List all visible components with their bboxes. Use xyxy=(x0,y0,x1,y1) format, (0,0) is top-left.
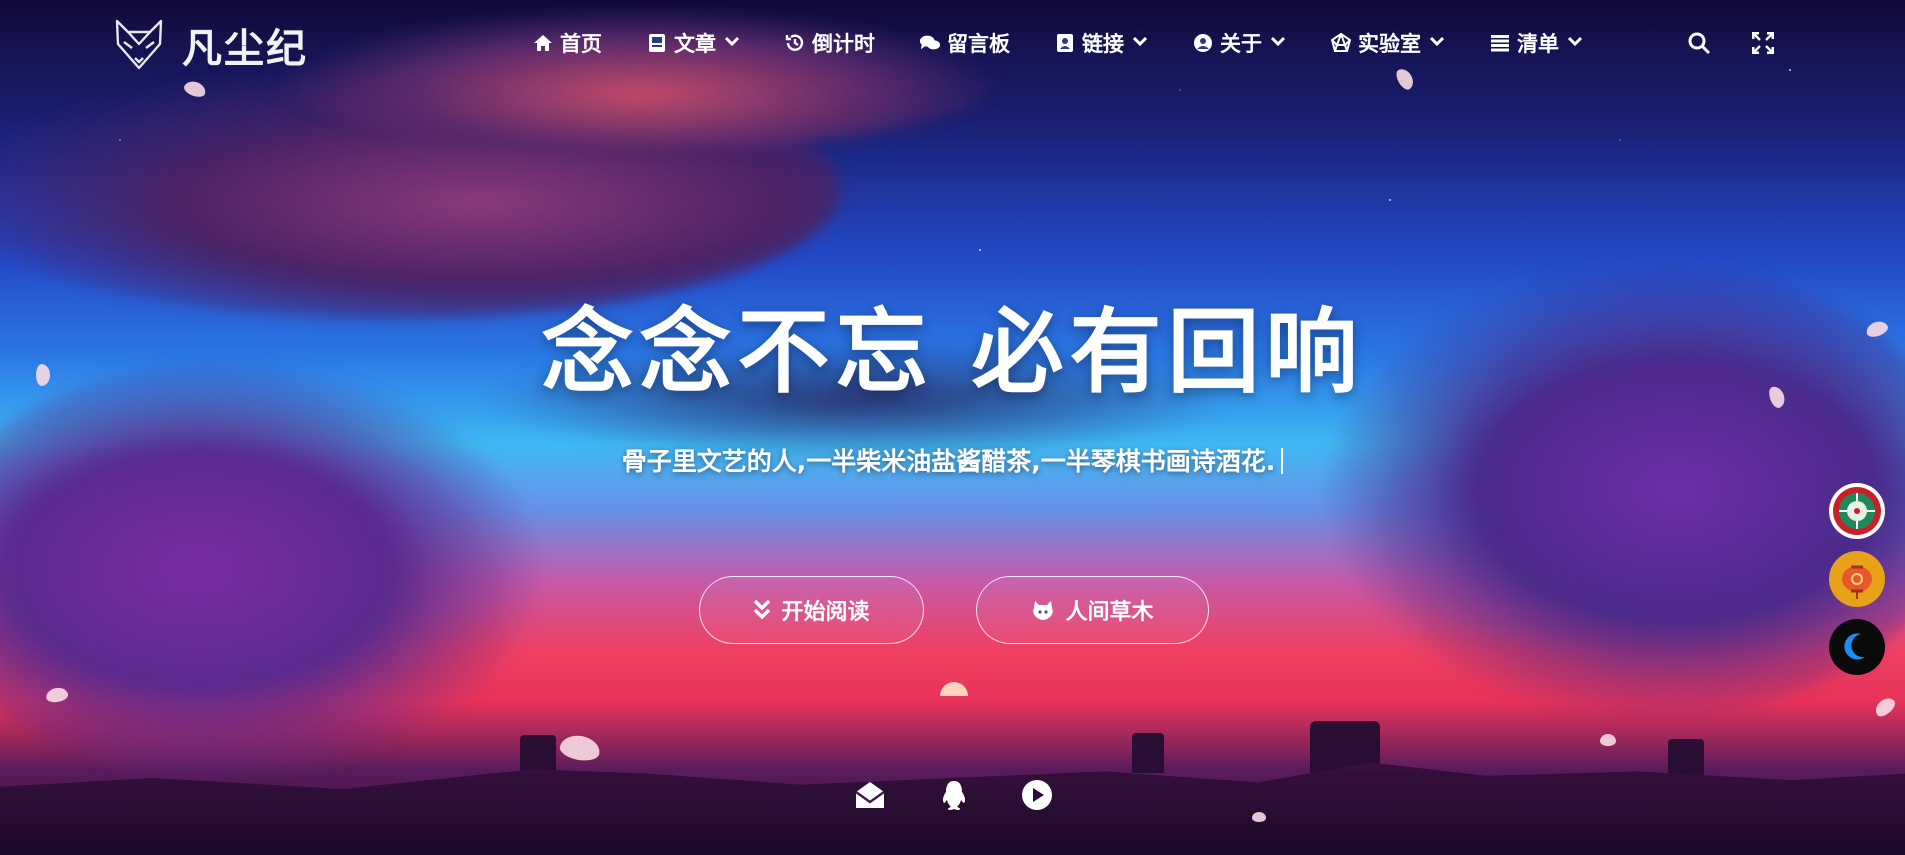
site-name: 凡尘纪 xyxy=(182,25,308,72)
hero-title: 念念不忘 必有回响 xyxy=(541,298,1364,406)
hero-subtitle: 骨子里文艺的人,一半柴米油盐酱醋茶,一半琴棋书画诗酒花. xyxy=(0,442,1905,478)
start-reading-label: 开始阅读 xyxy=(781,600,870,625)
sakura-petal xyxy=(1252,812,1266,822)
comments-icon xyxy=(919,32,941,54)
book-icon xyxy=(646,32,668,54)
social-qq[interactable] xyxy=(937,778,971,812)
nav-item-list[interactable]: 清单 xyxy=(1489,28,1583,58)
home-icon xyxy=(532,32,554,54)
nav-item-label: 首页 xyxy=(560,32,602,56)
fullscreen-button[interactable] xyxy=(1750,30,1776,56)
chevron-down-icon xyxy=(1429,35,1445,51)
lantern-icon xyxy=(1842,565,1872,599)
chevron-down-icon xyxy=(1567,35,1583,51)
nav-item-lab[interactable]: 实验室 xyxy=(1330,28,1445,58)
world-label: 人间草木 xyxy=(1065,600,1154,625)
search-icon xyxy=(1688,32,1711,55)
chevron-down-icon xyxy=(1132,35,1148,51)
chevron-down-icon xyxy=(1270,35,1286,51)
hero-background xyxy=(0,0,1905,855)
site-header: 凡尘纪 首页 文章 倒计时 留言板 链接 关于 实验室 清单 xyxy=(0,0,1905,90)
nav-item-guestbook[interactable]: 留言板 xyxy=(919,28,1010,58)
hero-subtitle-text: 骨子里文艺的人,一半柴米油盐酱醋茶,一半琴棋书画诗酒花. xyxy=(621,447,1276,476)
dark-mode-button[interactable] xyxy=(1829,619,1885,675)
nav-item-about[interactable]: 关于 xyxy=(1192,28,1286,58)
github-icon xyxy=(1033,601,1054,620)
nav-item-label: 链接 xyxy=(1082,32,1124,56)
list-icon xyxy=(1489,32,1511,54)
play-circle-icon xyxy=(1022,780,1052,810)
history-icon xyxy=(784,32,806,54)
dice-icon xyxy=(1330,32,1352,54)
nav-item-label: 留言板 xyxy=(947,32,1010,56)
nav-item-label: 关于 xyxy=(1220,32,1262,56)
social-music[interactable] xyxy=(1020,778,1054,812)
social-email[interactable] xyxy=(853,778,887,812)
user-circle-icon xyxy=(1192,32,1214,54)
music-disc-button[interactable] xyxy=(1829,483,1885,539)
envelope-open-icon xyxy=(855,782,885,808)
address-book-icon xyxy=(1054,32,1076,54)
typing-cursor xyxy=(1281,448,1284,474)
nav-item-countdown[interactable]: 倒计时 xyxy=(784,28,875,58)
nav-item-label: 清单 xyxy=(1517,32,1559,56)
search-button[interactable] xyxy=(1686,30,1712,56)
moon-icon xyxy=(1844,633,1865,660)
double-chevron-down-icon xyxy=(754,599,771,620)
fox-logo-icon xyxy=(115,19,163,70)
nav-item-label: 实验室 xyxy=(1358,32,1421,56)
nav-item-home[interactable]: 首页 xyxy=(532,28,602,58)
expand-icon xyxy=(1752,32,1774,54)
nav-item-label: 倒计时 xyxy=(812,32,875,56)
lantern-button[interactable] xyxy=(1829,551,1885,607)
butte xyxy=(1668,739,1704,779)
nav-item-articles[interactable]: 文章 xyxy=(646,28,740,58)
vinyl-disc-icon xyxy=(1833,487,1881,535)
nav-item-label: 文章 xyxy=(674,32,716,56)
chevron-down-icon xyxy=(724,35,740,51)
site-logo[interactable]: 凡尘纪 xyxy=(114,16,308,74)
main-nav: 首页 文章 倒计时 留言板 链接 关于 实验室 清单 xyxy=(532,28,1627,58)
sakura-petal xyxy=(1600,734,1616,746)
nav-item-links[interactable]: 链接 xyxy=(1054,28,1148,58)
butte xyxy=(1132,733,1164,773)
start-reading-button[interactable]: 开始阅读 xyxy=(699,576,924,644)
qq-penguin-icon xyxy=(942,781,966,810)
world-button[interactable]: 人间草木 xyxy=(976,576,1209,644)
